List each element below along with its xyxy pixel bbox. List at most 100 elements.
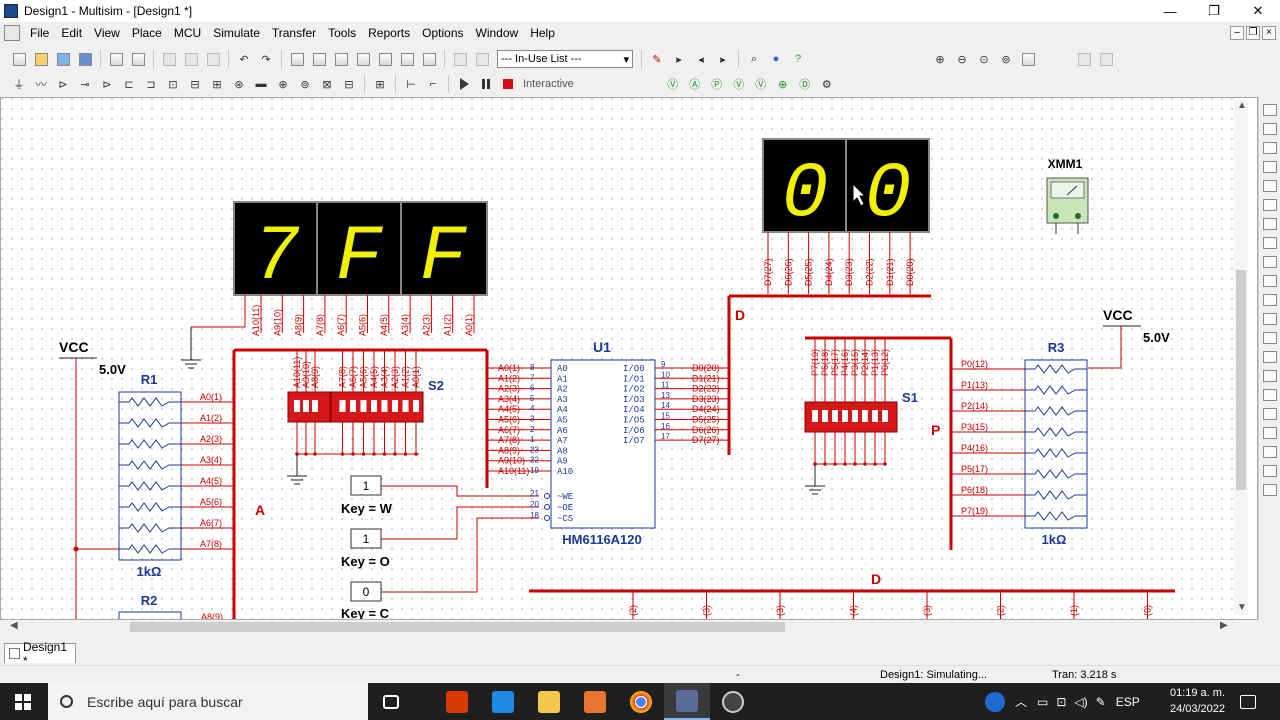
dip-switch-s1[interactable] bbox=[804, 401, 898, 433]
clock[interactable]: 01:19 a. m. 24/03/2022 bbox=[1165, 685, 1230, 717]
indicator-icon[interactable]: ⊞ bbox=[208, 75, 226, 93]
undo-icon[interactable]: ↶ bbox=[235, 50, 253, 68]
zoom-in-icon[interactable]: ⊕ bbox=[931, 50, 949, 68]
run-simulation-icon[interactable] bbox=[455, 75, 473, 93]
paste-icon[interactable] bbox=[204, 50, 222, 68]
erc-icon[interactable] bbox=[420, 50, 438, 68]
chrome-app[interactable] bbox=[618, 683, 664, 720]
four-channel-oscilloscope-icon[interactable] bbox=[1262, 180, 1277, 192]
probe-current-icon[interactable]: Ⓐ bbox=[686, 75, 704, 93]
save-icon[interactable] bbox=[76, 50, 94, 68]
probe-ground-icon[interactable]: ⊕ bbox=[774, 75, 792, 93]
bode-plotter-icon[interactable] bbox=[1262, 199, 1277, 211]
ni-components-icon[interactable]: ⊟ bbox=[340, 75, 358, 93]
power-icon[interactable]: ⊛ bbox=[230, 75, 248, 93]
misc-digital-icon[interactable]: ⊡ bbox=[164, 75, 182, 93]
rf-icon[interactable]: ⊚ bbox=[296, 75, 314, 93]
cmos-icon[interactable]: ⊐ bbox=[142, 75, 160, 93]
probe-vi-icon[interactable]: Ⓥ bbox=[752, 75, 770, 93]
layout-list-icon[interactable] bbox=[1097, 50, 1115, 68]
notifications-button[interactable] bbox=[1240, 683, 1256, 720]
database-icon[interactable] bbox=[354, 50, 372, 68]
spreadsheet-icon[interactable] bbox=[310, 50, 328, 68]
document-icon[interactable] bbox=[4, 25, 20, 41]
zoom-fit-icon[interactable]: ⊚ bbox=[997, 50, 1015, 68]
ultiboard-app[interactable] bbox=[710, 683, 756, 720]
scroll-left-icon[interactable]: ◀ bbox=[10, 620, 18, 631]
language-indicator[interactable]: ESP bbox=[1116, 695, 1140, 709]
menu-options[interactable]: Options bbox=[416, 26, 469, 40]
zoom-out-icon[interactable]: ⊖ bbox=[953, 50, 971, 68]
menu-reports[interactable]: Reports bbox=[362, 26, 416, 40]
print-preview-icon[interactable] bbox=[129, 50, 147, 68]
close-button[interactable]: ✕ bbox=[1236, 0, 1280, 22]
hierarchical-block-icon[interactable]: ⊞ bbox=[371, 75, 389, 93]
dip-switch-s2[interactable] bbox=[287, 391, 424, 423]
vertical-scrollbar[interactable]: ▲ ▼ bbox=[1234, 100, 1248, 615]
media-player-app[interactable] bbox=[572, 683, 618, 720]
hex-display-right[interactable]: 0 0 bbox=[762, 138, 930, 239]
logic-converter-icon[interactable] bbox=[1262, 256, 1277, 268]
open-icon[interactable] bbox=[32, 50, 50, 68]
agilent-generator-icon[interactable] bbox=[1262, 370, 1277, 382]
tektronix-oscilloscope-icon[interactable] bbox=[1262, 427, 1277, 439]
menu-edit[interactable]: Edit bbox=[55, 26, 88, 40]
multisim-app[interactable] bbox=[664, 683, 710, 720]
menu-file[interactable]: File bbox=[24, 26, 55, 40]
menu-place[interactable]: Place bbox=[126, 26, 168, 40]
schematic-canvas[interactable]: 7 F F A10(11) A9(10) A8(9) A7(8) A6(7) A5(6) A… bbox=[0, 97, 1258, 620]
forward-annotate-icon[interactable]: ▸ bbox=[714, 50, 732, 68]
menu-view[interactable]: View bbox=[88, 26, 126, 40]
stop-simulation-icon[interactable] bbox=[499, 75, 517, 93]
network-analyzer-icon[interactable] bbox=[1262, 351, 1277, 363]
minimize-button[interactable]: — bbox=[1148, 0, 1192, 22]
wattmeter-icon[interactable] bbox=[1262, 142, 1277, 154]
agilent-oscilloscope-icon[interactable] bbox=[1262, 408, 1277, 420]
grapher-icon[interactable] bbox=[376, 50, 394, 68]
multimeter-tool-icon[interactable] bbox=[1262, 104, 1277, 116]
remote-desktop-app[interactable] bbox=[480, 683, 526, 720]
menu-transfer[interactable]: Transfer bbox=[266, 26, 322, 40]
file-explorer-app[interactable] bbox=[526, 683, 572, 720]
ttl-icon[interactable]: ⊏ bbox=[120, 75, 138, 93]
in-use-list-dropdown[interactable]: --- In-Use List --- ▾ bbox=[497, 50, 633, 68]
horizontal-scroll-thumb[interactable] bbox=[130, 622, 785, 632]
hex-display-left[interactable]: 7 F F bbox=[233, 201, 488, 302]
mdi-close-button[interactable]: × bbox=[1262, 26, 1276, 40]
junction-icon[interactable]: ⌐ bbox=[424, 75, 442, 93]
help-icon[interactable]: ? bbox=[789, 50, 807, 68]
back-annotate-icon[interactable]: ◂ bbox=[692, 50, 710, 68]
cut-icon[interactable] bbox=[160, 50, 178, 68]
bus-icon[interactable]: ⊢ bbox=[402, 75, 420, 93]
electromechanical-icon[interactable]: ⊠ bbox=[318, 75, 336, 93]
open-folder-icon[interactable] bbox=[54, 50, 72, 68]
schematic-svg[interactable]: 7 F F A10(11) A9(10) A8(9) A7(8) A6(7) A5(6) A… bbox=[1, 98, 1235, 620]
probe-icon[interactable]: ✎ bbox=[648, 50, 666, 68]
copy-icon[interactable] bbox=[182, 50, 200, 68]
spectrum-analyzer-icon[interactable] bbox=[1262, 332, 1277, 344]
network-icon[interactable]: ⊡ bbox=[1056, 695, 1066, 709]
zoom-area-icon[interactable]: ⊙ bbox=[975, 50, 993, 68]
full-screen-icon[interactable] bbox=[1019, 50, 1037, 68]
source-icon[interactable]: ⏚ bbox=[10, 75, 28, 93]
vertical-scroll-thumb[interactable] bbox=[1236, 270, 1246, 490]
maximize-button[interactable]: ❐ bbox=[1192, 0, 1236, 22]
mixed-icon[interactable]: ⊟ bbox=[186, 75, 204, 93]
menu-help[interactable]: Help bbox=[524, 26, 561, 40]
distortion-analyzer-icon[interactable] bbox=[1262, 313, 1277, 325]
labview-icon[interactable] bbox=[1262, 446, 1277, 458]
interactive-mode-label[interactable]: Interactive bbox=[523, 78, 574, 90]
mdi-minimize-button[interactable]: – bbox=[1230, 26, 1244, 40]
probe-diff-voltage-icon[interactable]: Ⓥ bbox=[730, 75, 748, 93]
scroll-up-icon[interactable]: ▲ bbox=[1237, 100, 1247, 111]
globe-icon[interactable]: ● bbox=[767, 50, 785, 68]
oscilloscope-icon[interactable] bbox=[1262, 161, 1277, 173]
basic-icon[interactable]: 〰 bbox=[32, 75, 50, 93]
help-tray-icon[interactable] bbox=[985, 691, 1005, 712]
ni-elvis-icon[interactable] bbox=[1262, 465, 1277, 477]
probe-voltage-icon[interactable]: Ⓥ bbox=[664, 75, 682, 93]
pause-simulation-icon[interactable] bbox=[477, 75, 495, 93]
print-icon[interactable] bbox=[107, 50, 125, 68]
misc-icon[interactable]: ▬ bbox=[252, 75, 270, 93]
menu-simulate[interactable]: Simulate bbox=[207, 26, 266, 40]
